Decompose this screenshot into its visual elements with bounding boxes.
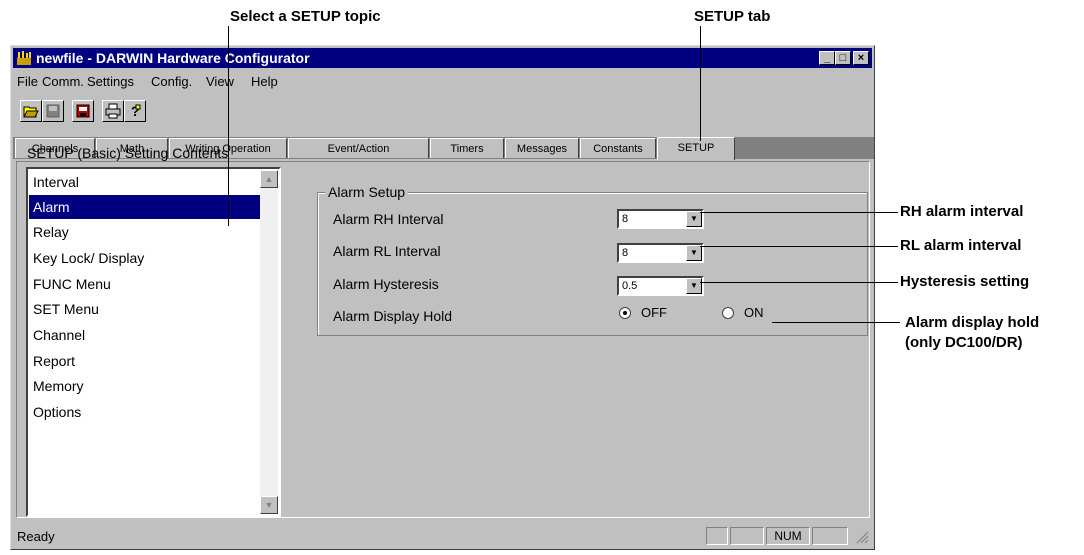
annotation-select-topic: Select a SETUP topic [230,8,381,25]
annotation-setup-tab: SETUP tab [694,8,771,25]
resize-grip-icon[interactable] [856,531,869,544]
save-icon[interactable] [42,100,64,122]
chevron-down-icon[interactable]: ▼ [686,278,702,294]
rl-interval-label: Alarm RL Interval [333,243,441,259]
list-item[interactable]: Memory [29,374,260,398]
tab-messages[interactable]: Messages [505,138,579,158]
chevron-down-icon[interactable]: ▼ [686,245,702,261]
status-pane [812,527,848,545]
tab-event-action[interactable]: Event/Action [288,138,429,158]
annotation-hysteresis: Hysteresis setting [900,273,1030,290]
hold-on-radio[interactable] [722,307,734,319]
rl-interval-select[interactable]: 8 ▼ [617,243,704,263]
status-bar: Ready NUM [13,525,872,547]
menu-bar: File Comm. Settings Config. View Help [13,71,872,91]
list-item[interactable]: Options [29,400,260,424]
leader-line [228,26,229,226]
rh-interval-label: Alarm RH Interval [333,211,444,227]
list-item[interactable]: FUNC Menu [29,272,260,296]
hysteresis-value: 0.5 [622,280,638,292]
alarm-setup-title: Alarm Setup [325,184,409,200]
menu-help[interactable]: Help [251,74,278,89]
menu-file[interactable]: File [17,74,38,89]
title-bar[interactable]: newfile - DARWIN Hardware Configurator _… [13,48,872,68]
rl-interval-value: 8 [622,247,629,259]
toolbar: ? [13,96,203,128]
hold-off-radio[interactable] [619,307,631,319]
scroll-up-icon[interactable]: ▲ [260,170,278,188]
menu-comm[interactable]: Comm. [42,74,84,89]
status-pane [706,527,728,545]
menu-settings[interactable]: Settings [87,74,134,89]
open-folder-icon[interactable] [20,100,42,122]
annotation-rl-interval: RL alarm interval [900,237,1022,254]
tab-timers[interactable]: Timers [430,138,504,158]
display-hold-label: Alarm Display Hold [333,308,453,324]
annotation-display-hold: Alarm display hold [905,314,1040,331]
help-icon[interactable]: ? [124,100,146,122]
list-item[interactable]: Report [29,349,260,373]
tab-setup[interactable]: SETUP [657,137,735,160]
status-pane [730,527,764,545]
annotation-rh-interval: RH alarm interval [900,203,1024,220]
close-button[interactable]: × [853,51,869,65]
list-item[interactable]: Key Lock/ Display [29,246,260,270]
rh-interval-value: 8 [622,213,629,225]
maximize-button[interactable]: □ [835,51,851,65]
leader-line [700,246,898,247]
menu-config[interactable]: Config. [151,74,192,89]
app-icon [17,51,31,65]
setup-topic-list[interactable]: Interval Alarm Relay Key Lock/ Display F… [26,167,281,517]
rh-interval-select[interactable]: 8 ▼ [617,209,704,229]
leader-line [772,322,900,323]
window-title: newfile - DARWIN Hardware Configurator [36,50,310,66]
hold-off-label: OFF [641,305,667,320]
status-num: NUM [766,527,810,545]
list-item[interactable]: SET Menu [29,297,260,321]
minimize-button[interactable]: _ [819,51,835,65]
hold-on-label: ON [744,305,764,320]
hysteresis-label: Alarm Hysteresis [333,276,439,292]
list-item[interactable]: Relay [29,220,260,244]
transfer-icon[interactable] [72,100,94,122]
list-item[interactable]: Channel [29,323,260,347]
list-item-selected[interactable]: Alarm [29,195,260,219]
setup-list-title: SETUP (Basic) Setting Contents [27,145,229,161]
chevron-down-icon[interactable]: ▼ [686,211,702,227]
hysteresis-select[interactable]: 0.5 ▼ [617,276,704,296]
leader-line [700,212,898,213]
tab-constants[interactable]: Constants [580,138,656,158]
list-scrollbar[interactable]: ▲ ▼ [260,170,278,514]
status-text: Ready [17,529,55,544]
list-item[interactable]: Interval [29,170,260,194]
leader-line [700,282,898,283]
scroll-down-icon[interactable]: ▼ [260,496,278,514]
print-icon[interactable] [102,100,124,122]
leader-line [700,26,701,141]
annotation-display-hold-note: (only DC100/DR) [905,334,1023,351]
menu-view[interactable]: View [206,74,234,89]
